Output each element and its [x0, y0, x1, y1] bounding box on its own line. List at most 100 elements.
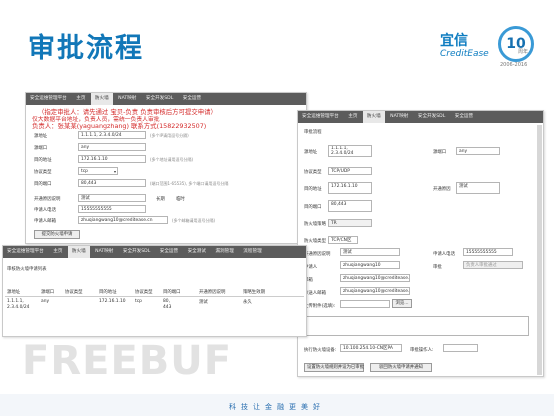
browse-button[interactable]: 浏览...	[392, 299, 412, 308]
nav-item-vuln-3[interactable]: 漏洞管理	[211, 246, 237, 258]
source-port-input[interactable]: any	[78, 143, 146, 151]
p2-policy-value: TR	[328, 219, 372, 227]
p2-email-value: zhuqiangwang10@creditease.cn	[340, 274, 410, 282]
col-dest-ip: 目的地址	[99, 290, 117, 295]
nav-item-flow-3[interactable]: 流程管理	[239, 246, 265, 258]
col-effective: 策略生效期	[243, 290, 265, 295]
nav-item-nat[interactable]: NAT映射	[114, 93, 140, 105]
p2-policy-label: 防火墙策略	[304, 222, 326, 227]
dest-port-input[interactable]: 80,443	[78, 179, 146, 187]
col-protocol-2: 协议类型	[135, 290, 153, 295]
nav-item-home-3[interactable]: 主页	[49, 246, 66, 258]
reject-button[interactable]: 驳回防火墙申请并通知	[370, 363, 432, 372]
p2-source-port-label: 源端口	[433, 150, 447, 155]
phone-label: 申请人电话	[34, 208, 56, 213]
p2-source-ip-label: 源地址	[304, 150, 318, 155]
nav-item-firewall-2[interactable]: 防火墙	[362, 111, 385, 123]
duration-radio-long[interactable]: 长期	[156, 196, 165, 202]
protocol-select[interactable]: tcp ▾	[78, 167, 118, 175]
upload-label: 上传附件(选填):	[304, 304, 336, 309]
warning-line-3: 负责人：张某某(yaguangzhang) 联系方式(15822932507)	[32, 122, 207, 130]
approval-list-panel: 安全运维管理平台 主页 防火墙 NAT映射 安全开发SDL 安全运营 安全测试 …	[2, 245, 307, 337]
nav-item-home-2[interactable]: 主页	[344, 111, 361, 123]
top-navigation-bar: 安全运维管理平台 主页 防火墙 NAT映射 安全开发SDL 安全运营	[26, 93, 306, 105]
col-source-ip: 源地址	[7, 290, 21, 295]
exec-device-select[interactable]: 10.100.254.10-CN区PA	[340, 344, 402, 352]
nav-item-sdl-3[interactable]: 安全开发SDL	[119, 246, 154, 258]
p2-dest-port-label: 目的端口	[304, 205, 322, 210]
submit-request-button[interactable]: 提交防火墙申请	[34, 230, 80, 239]
cell-protocol-2: tcp	[135, 299, 142, 304]
p2-reason-label: 开通原因	[433, 187, 451, 192]
app-name: 安全运维管理平台	[30, 96, 67, 101]
watermark: FREEBUF	[22, 338, 233, 384]
nav-item-nat-3[interactable]: NAT映射	[91, 246, 117, 258]
table-divider	[5, 296, 304, 297]
logo-years-text: 周年	[518, 49, 529, 55]
cell-effective: 永久	[243, 300, 252, 305]
cell-dest-ip: 172.16.1.10	[99, 299, 126, 304]
dest-ip-label: 目的地址	[34, 158, 52, 163]
chevron-down-icon: ▾	[113, 169, 116, 174]
p2-protocol-label: 协议类型	[304, 170, 322, 175]
phone-input[interactable]: 15555555555	[78, 205, 146, 213]
logo-english-text: CreditEase	[440, 49, 489, 59]
vertical-scrollbar[interactable]	[537, 125, 542, 375]
email-input[interactable]: zhuqiangwang10@creditease.cn	[78, 216, 168, 224]
p2-cc-email-label: 抄送人邮箱	[304, 291, 326, 296]
top-navigation-bar-3: 安全运维管理平台 主页 防火墙 NAT映射 安全开发SDL 安全运营 安全测试 …	[3, 246, 306, 258]
dest-ip-input[interactable]: 172.16.1.10	[78, 155, 146, 163]
col-source-port: 源端口	[41, 290, 55, 295]
approve-button[interactable]: 设置防火墙规则并设为已审批	[304, 363, 364, 372]
nav-item-sdl-2[interactable]: 安全开发SDL	[414, 111, 449, 123]
protocol-label: 协议类型	[34, 170, 52, 175]
logo-chinese-text: 宜信	[440, 33, 468, 49]
creditease-logo: 宜信 CreditEase 10 周年 2006-2016	[440, 26, 536, 70]
email-label: 申请人邮箱	[34, 219, 56, 224]
nav-item-firewall-3[interactable]: 防火墙	[67, 246, 90, 258]
source-ip-label: 源地址	[34, 134, 48, 139]
email-hint: (多个邮箱请用逗号分隔)	[172, 218, 216, 223]
logo-year-range: 2006-2016	[500, 62, 528, 68]
nav-item-firewall[interactable]: 防火墙	[90, 93, 113, 105]
nav-item-ops-2[interactable]: 安全运营	[451, 111, 477, 123]
p2-approval-value: 负责人审批通过	[463, 261, 523, 269]
p2-approval-label: 审批	[433, 265, 442, 270]
page-title: 审批流程	[28, 33, 144, 64]
p2-cc-email-value: zhuqiangwang10@creditease.cn	[340, 287, 410, 295]
footer-slogan: 科技让金融更美好	[229, 403, 325, 411]
p2-protocol-select[interactable]: TCP/UDP	[328, 167, 372, 175]
p2-source-port-value: any	[456, 147, 500, 155]
app-name-2: 安全运维管理平台	[302, 114, 339, 119]
exec-user-input[interactable]	[443, 344, 478, 352]
exec-user-label: 审批操作人:	[410, 348, 434, 353]
nav-item-test-3[interactable]: 安全测试	[184, 246, 210, 258]
col-protocol: 协议类型	[65, 290, 83, 295]
nav-item-ops[interactable]: 安全运营	[179, 93, 205, 105]
ten-year-anniversary-icon: 10	[498, 26, 534, 62]
cell-source-port: any	[41, 299, 50, 304]
approval-heading: 审批流程	[304, 130, 322, 135]
comment-textarea[interactable]	[304, 316, 529, 336]
p2-phone-value: 15555555555	[463, 248, 513, 256]
source-ip-hint: (多个IP请用逗号分隔)	[150, 133, 189, 138]
nav-item-ops-3[interactable]: 安全运营	[156, 246, 182, 258]
nav-item-sdl[interactable]: 安全开发SDL	[142, 93, 177, 105]
p2-source-ip-value: 1.1.1.1, 2.3.4.0/24	[328, 145, 372, 157]
upload-file-input[interactable]	[340, 300, 390, 308]
nav-item-home[interactable]: 主页	[72, 93, 89, 105]
protocol-select-value: tcp	[81, 169, 88, 174]
p2-applicant-value: zhuqiangwang10	[340, 261, 400, 269]
source-ip-input[interactable]: 1.1.1.1, 2.3.4.0/24	[78, 131, 146, 139]
dest-port-hint: (端口范围1-65535), 多个端口请用逗号分隔	[150, 181, 229, 186]
p2-firewall-type-select[interactable]: TCP/CN区	[328, 236, 358, 244]
p2-dest-ip-label: 目的地址	[304, 187, 322, 192]
list-heading: 审核防火墙申请列表	[7, 267, 47, 272]
nav-item-nat-2[interactable]: NAT映射	[386, 111, 412, 123]
duration-radio-temp[interactable]: 临时	[176, 196, 185, 202]
dest-port-label: 目的端口	[34, 182, 52, 187]
col-reason: 开通原因说明	[199, 290, 226, 295]
reason-input[interactable]: 测试	[78, 194, 146, 202]
firewall-request-form-panel: 安全运维管理平台 主页 防火墙 NAT映射 安全开发SDL 安全运营 （指定审批…	[25, 92, 307, 244]
p2-dest-ip-value: 172.16.1.10	[328, 182, 372, 194]
